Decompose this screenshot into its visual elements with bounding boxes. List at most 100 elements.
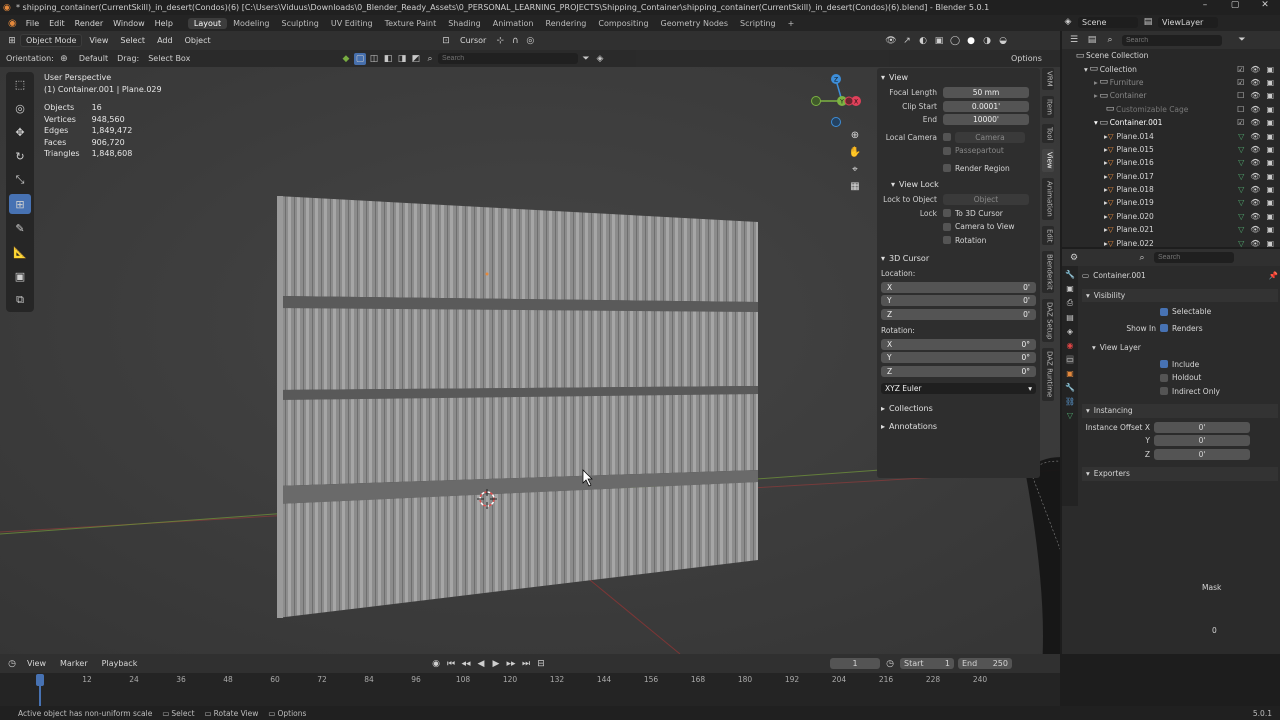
menu-file[interactable]: File <box>21 19 44 28</box>
menu-add[interactable]: Add <box>152 35 178 46</box>
overlay-icon[interactable]: ◐ <box>917 35 929 47</box>
annotations-header[interactable]: Annotations <box>889 422 937 431</box>
chevron-down-icon[interactable]: ▾ <box>881 254 885 263</box>
filter-mesh-icon[interactable]: ◆ <box>340 53 352 65</box>
play-reverse-icon[interactable]: ◀ <box>475 658 487 670</box>
properties-editor-icon[interactable]: ⚙ <box>1068 252 1080 264</box>
renders-checkbox[interactable] <box>1160 324 1168 333</box>
tab-item[interactable]: Item <box>1041 95 1054 118</box>
scene-props-icon[interactable]: ◈ <box>1067 327 1073 336</box>
timeline-editor-icon[interactable]: ◷ <box>6 658 18 670</box>
cursor-rot-x-field[interactable]: X 0° <box>881 338 1036 350</box>
include-checkbox[interactable] <box>1160 360 1168 369</box>
menu-edit[interactable]: Edit <box>44 19 70 28</box>
instancing-header[interactable]: Instancing <box>1094 406 1133 415</box>
menu-render[interactable]: Render <box>70 19 108 28</box>
visibility-header[interactable]: Visibility <box>1094 291 1125 300</box>
outliner-row[interactable]: ▸ ▽ Plane.021 ▽ 👁 ▣ <box>1062 223 1280 236</box>
constraint-props-icon[interactable]: ⛓ <box>1065 397 1075 406</box>
outliner-row[interactable]: ▸ ▽ Plane.014 ▽ 👁 ▣ <box>1062 129 1280 142</box>
pivot-icon[interactable]: ⊡ <box>440 35 452 47</box>
outliner-row[interactable]: ▸ ▽ Plane.022 ▽ 👁 ▣ <box>1062 236 1280 249</box>
collections-header[interactable]: Collections <box>889 404 933 413</box>
menu-select[interactable]: Select <box>115 35 150 46</box>
outliner-row[interactable]: ▸ ▭ Container ☐ 👁 ▣ <box>1062 89 1280 102</box>
instance-offset-x-field[interactable]: 0' <box>1154 421 1250 433</box>
to-3d-cursor-checkbox[interactable] <box>943 209 951 218</box>
record-icon[interactable]: ◉ <box>430 658 442 670</box>
chevron-down-icon[interactable]: ▾ <box>1086 469 1090 478</box>
add-workspace-icon[interactable]: + <box>782 18 801 29</box>
cursor-rot-y-field[interactable]: Y 0° <box>881 352 1036 364</box>
outliner-row[interactable]: ▾ ▭ Container.001 ☑ 👁 ▣ <box>1062 116 1280 129</box>
properties-search-input[interactable] <box>1154 252 1234 263</box>
cursor-loc-y-field[interactable]: Y 0' <box>881 295 1036 307</box>
select-mode-icon[interactable]: ▢ <box>354 52 366 65</box>
chevron-right-icon[interactable]: ▸ <box>881 422 885 431</box>
chevron-down-icon[interactable]: ▾ <box>1086 291 1090 300</box>
focal-length-field[interactable]: 50 mm <box>943 87 1029 99</box>
jump-start-icon[interactable]: ⏮ <box>445 658 457 670</box>
outliner-row[interactable]: ▸ ▽ Plane.015 ▽ 👁 ▣ <box>1062 143 1280 156</box>
tab-vrm[interactable]: VRM <box>1041 68 1054 90</box>
filter-icon[interactable]: ⏷ <box>1236 34 1248 46</box>
pin-icon[interactable]: 📌 <box>1269 271 1278 280</box>
exporters-header[interactable]: Exporters <box>1094 469 1130 478</box>
move-tool-icon[interactable]: ✥ <box>9 122 31 142</box>
extra-tool-icon[interactable]: ⧉ <box>9 290 31 310</box>
transform-pivot-dropdown[interactable]: Cursor <box>455 35 491 46</box>
options-dropdown[interactable]: Options <box>1006 53 1047 64</box>
object-props-icon[interactable]: ▣ <box>1066 369 1074 378</box>
start-frame-field[interactable]: Start 1 <box>900 658 954 669</box>
cursor-rot-z-field[interactable]: Z 0° <box>881 365 1036 377</box>
tab-compositing[interactable]: Compositing <box>592 18 654 29</box>
rotation-lock-checkbox[interactable] <box>943 236 951 245</box>
annotate-tool-icon[interactable]: ✎ <box>9 218 31 238</box>
rotate-tool-icon[interactable]: ↻ <box>9 146 31 166</box>
shading-wireframe-icon[interactable]: ◯ <box>949 35 961 47</box>
proportional-icon[interactable]: ◎ <box>524 35 536 47</box>
select-box-tool-icon[interactable]: ⬚ <box>9 74 31 94</box>
holdout-checkbox[interactable] <box>1160 373 1168 382</box>
outliner-row[interactable]: ▾ ▭ Collection ☑ 👁 ▣ <box>1062 62 1280 75</box>
outliner-search-input[interactable] <box>1122 34 1222 46</box>
indirect-only-checkbox[interactable] <box>1160 387 1168 396</box>
visibility-icon[interactable]: 👁 <box>885 35 897 47</box>
selectable-checkbox[interactable] <box>1160 307 1168 316</box>
select-invert-icon[interactable]: ◨ <box>396 53 408 65</box>
timeline-menu-marker[interactable]: Marker <box>55 658 93 669</box>
display-mode-icon[interactable]: ▤ <box>1086 34 1098 46</box>
navigation-gizmo[interactable]: Z X Y <box>806 70 866 130</box>
tab-daz-runtime[interactable]: DAZ Runtime <box>1041 348 1054 401</box>
outliner-row[interactable]: ▸ ▽ Plane.018 ▽ 👁 ▣ <box>1062 183 1280 196</box>
render-region-checkbox[interactable] <box>943 164 951 173</box>
menu-view[interactable]: View <box>84 35 113 46</box>
ortho-grid-icon[interactable]: ▦ <box>850 181 859 192</box>
chevron-down-icon[interactable]: ▾ <box>1092 343 1096 352</box>
jump-end-icon[interactable]: ⏭ <box>520 658 532 670</box>
select-intersect-icon[interactable]: ◩ <box>410 53 422 65</box>
scale-tool-icon[interactable]: ⤡ <box>9 170 31 190</box>
minimize-icon[interactable]: – <box>1190 0 1220 10</box>
world-props-icon[interactable]: ◉ <box>1067 341 1074 350</box>
tab-texture-paint[interactable]: Texture Paint <box>379 18 443 29</box>
instance-offset-z-field[interactable]: 0' <box>1154 448 1250 460</box>
timeline-ruler[interactable]: 1122436486072849610812013214415616818019… <box>0 673 1060 706</box>
tab-geometry-nodes[interactable]: Geometry Nodes <box>655 18 734 29</box>
orientation-dropdown[interactable]: Default <box>74 53 113 64</box>
blender-menu-icon[interactable]: ◉ <box>4 18 21 29</box>
camera-to-view-checkbox[interactable] <box>943 222 951 231</box>
view-layer-header[interactable]: View Layer <box>1100 343 1141 352</box>
transform-tool-icon[interactable]: ⊞ <box>9 194 31 214</box>
tab-modeling[interactable]: Modeling <box>227 18 275 29</box>
select-extend-icon[interactable]: ◫ <box>368 53 380 65</box>
current-frame-field[interactable]: 1 <box>830 658 880 669</box>
tab-animation[interactable]: Animation <box>487 18 540 29</box>
tab-scripting[interactable]: Scripting <box>734 18 782 29</box>
view-panel-header[interactable]: View <box>889 73 908 82</box>
tab-blenderkit[interactable]: Blenderkit <box>1041 251 1054 293</box>
tab-daz-setup[interactable]: DAZ Setup <box>1041 299 1054 343</box>
outliner-row[interactable]: ▸ ▽ Plane.016 ▽ 👁 ▣ <box>1062 156 1280 169</box>
shield-icon[interactable]: ◈ <box>594 53 606 65</box>
shading-rendered-icon[interactable]: ◒ <box>997 35 1009 47</box>
